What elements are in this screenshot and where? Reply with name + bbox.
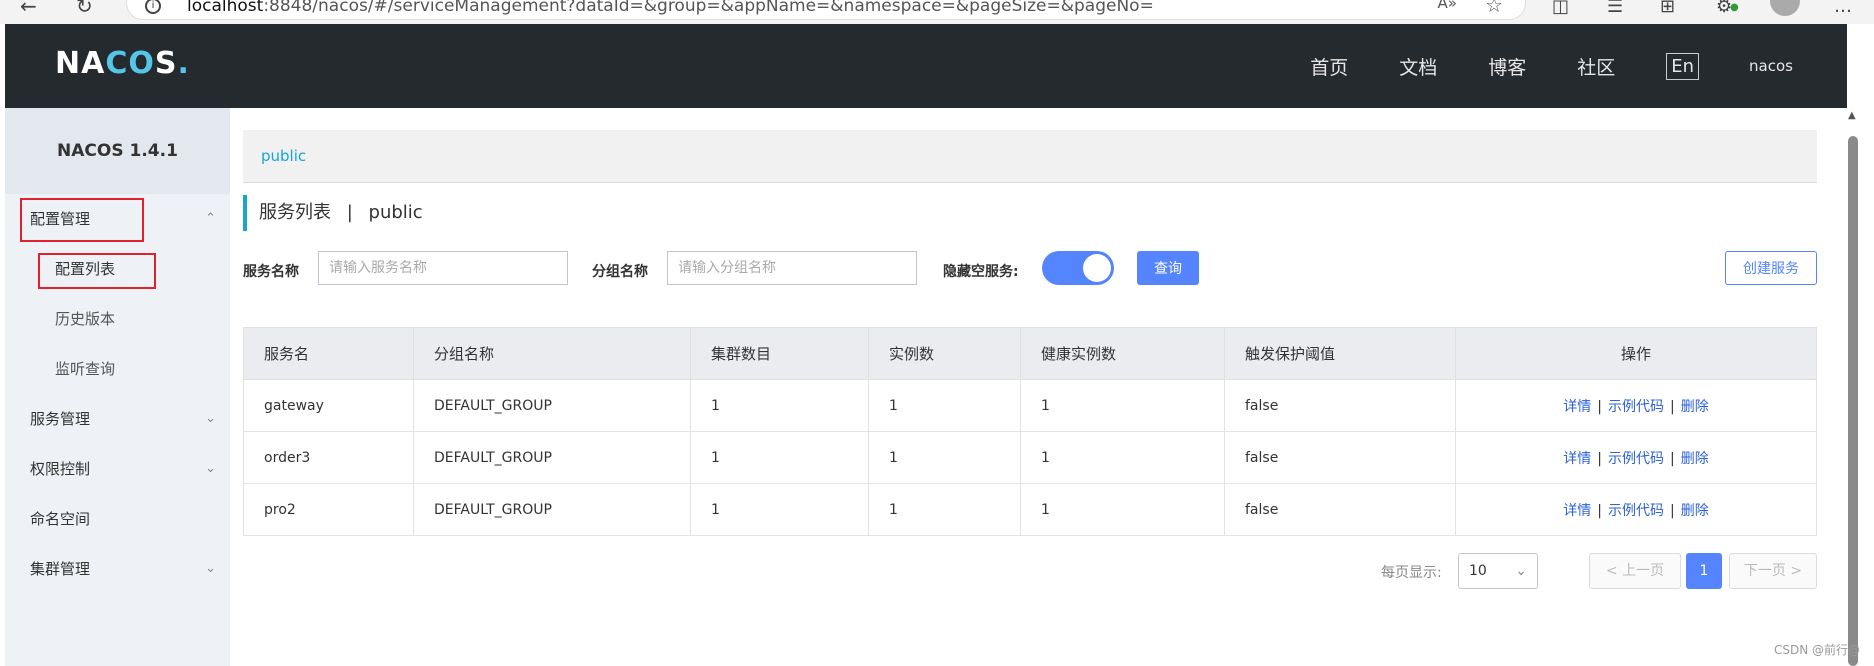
- nacos-app: NACOS. 首页 文档 博客 社区 En nacos NACOS 1.4.1 …: [5, 24, 1847, 666]
- back-icon[interactable]: ←: [20, 0, 37, 18]
- sidebar-item-cluster-management[interactable]: 集群管理 ⌄: [5, 544, 230, 594]
- cell-protect-threshold: false: [1224, 379, 1456, 432]
- table-region: 服务名 分组名称 集群数目 实例数 健康实例数 触发保护阈值 操作 gatewa…: [243, 24, 1817, 666]
- col-protect-threshold: 触发保护阈值: [1224, 327, 1456, 380]
- refresh-icon[interactable]: ↻: [76, 0, 93, 18]
- cell-instance-count: 1: [868, 431, 1021, 484]
- cell-healthy-count: 1: [1020, 483, 1225, 536]
- delete-link[interactable]: 删除: [1681, 451, 1709, 467]
- favorite-star-icon[interactable]: ☆: [1485, 0, 1503, 17]
- sidebar-item-label: 监听查询: [55, 360, 116, 378]
- detail-link[interactable]: 详情: [1563, 451, 1591, 467]
- col-actions: 操作: [1455, 327, 1817, 380]
- sidebar: NACOS 1.4.1 配置管理 ⌃ 配置列表 历史版本 监听查询 服务管理 ⌄…: [5, 108, 230, 666]
- sidebar-item-label: 集群管理: [30, 560, 91, 578]
- sidebar-item-label: 历史版本: [55, 310, 116, 328]
- cell-group-name: DEFAULT_GROUP: [413, 431, 691, 484]
- sidebar-item-access-control[interactable]: 权限控制 ⌄: [5, 444, 230, 494]
- browser-toolbar: ← ↻ i localhost:8848/nacos/#/serviceMana…: [0, 0, 1874, 24]
- sample-code-link[interactable]: 示例代码: [1608, 451, 1664, 467]
- url-text: localhost:8848/nacos/#/serviceManagement…: [187, 0, 1154, 16]
- sidebar-item-service-management[interactable]: 服务管理 ⌄: [5, 394, 230, 444]
- table-row: gateway DEFAULT_GROUP 1 1 1 false 详情 | 示例代…: [243, 379, 1817, 432]
- per-page-label: 每页显示:: [1381, 565, 1442, 581]
- chevron-down-icon: ⌄: [205, 461, 216, 476]
- page-scrollbar[interactable]: ▲: [1846, 110, 1860, 666]
- favorites-icon[interactable]: ☰: [1607, 0, 1623, 17]
- col-healthy-count: 健康实例数: [1020, 327, 1225, 380]
- table-header-row: 服务名 分组名称 集群数目 实例数 健康实例数 触发保护阈值 操作: [243, 327, 1817, 380]
- sidebar-item-listener-query[interactable]: 监听查询: [5, 344, 230, 394]
- more-menu-icon[interactable]: …: [1834, 0, 1852, 17]
- pagination: 每页显示: 10 ⌄ < 上一页 1 下一页 >: [243, 553, 1817, 589]
- delete-link[interactable]: 删除: [1681, 503, 1709, 519]
- sidebar-item-namespace[interactable]: 命名空间: [5, 494, 230, 544]
- scrollbar-thumb[interactable]: [1848, 136, 1858, 666]
- cell-protect-threshold: false: [1224, 483, 1456, 536]
- highlight-box-config-management: [20, 198, 144, 242]
- next-page-button[interactable]: 下一页 >: [1729, 553, 1817, 589]
- cell-healthy-count: 1: [1020, 379, 1225, 432]
- col-cluster-count: 集群数目: [690, 327, 869, 380]
- chevron-down-icon: ⌄: [1515, 563, 1527, 579]
- cell-service-name: gateway: [243, 379, 414, 432]
- cell-service-name: pro2: [243, 483, 414, 536]
- detail-link[interactable]: 详情: [1563, 399, 1591, 415]
- delete-link[interactable]: 删除: [1681, 399, 1709, 415]
- service-table: 服务名 分组名称 集群数目 实例数 健康实例数 触发保护阈值 操作 gatewa…: [243, 327, 1817, 536]
- collections-icon[interactable]: ⊞: [1660, 0, 1675, 17]
- cell-cluster-count: 1: [690, 379, 869, 432]
- sample-code-link[interactable]: 示例代码: [1608, 503, 1664, 519]
- page-1-button[interactable]: 1: [1686, 553, 1722, 589]
- status-dot-icon: ●: [1730, 2, 1739, 13]
- table-row: order3 DEFAULT_GROUP 1 1 1 false 详情 | 示例代码…: [243, 431, 1817, 484]
- sidebar-item-history[interactable]: 历史版本: [5, 294, 230, 344]
- watermark: CSDN @前行@: [1773, 643, 1860, 657]
- cell-actions: 详情 | 示例代码 | 删除: [1455, 483, 1817, 536]
- page-size-select[interactable]: 10 ⌄: [1458, 553, 1538, 589]
- scroll-up-icon[interactable]: ▲: [1848, 110, 1856, 121]
- address-bar[interactable]: i localhost:8848/nacos/#/serviceManageme…: [126, 0, 1526, 20]
- highlight-box-config-list: [38, 253, 156, 289]
- sidebar-item-label: 权限控制: [30, 460, 91, 478]
- col-service-name: 服务名: [243, 327, 414, 380]
- cell-group-name: DEFAULT_GROUP: [413, 379, 691, 432]
- col-group-name: 分组名称: [413, 327, 691, 380]
- cell-instance-count: 1: [868, 379, 1021, 432]
- detail-link[interactable]: 详情: [1563, 503, 1591, 519]
- profile-avatar[interactable]: [1770, 0, 1800, 16]
- table-row: pro2 DEFAULT_GROUP 1 1 1 false 详情 | 示例代码 | 删…: [243, 483, 1817, 536]
- cell-protect-threshold: false: [1224, 431, 1456, 484]
- cell-cluster-count: 1: [690, 431, 869, 484]
- cell-healthy-count: 1: [1020, 431, 1225, 484]
- sidebar-item-label: 命名空间: [30, 510, 91, 528]
- cell-service-name: order3: [243, 431, 414, 484]
- cell-instance-count: 1: [868, 483, 1021, 536]
- sidebar-brand: NACOS 1.4.1: [5, 108, 230, 194]
- sample-code-link[interactable]: 示例代码: [1608, 399, 1664, 415]
- prev-page-button[interactable]: < 上一页: [1589, 553, 1681, 589]
- site-info-icon[interactable]: i: [145, 0, 161, 14]
- col-instance-count: 实例数: [868, 327, 1021, 380]
- cell-group-name: DEFAULT_GROUP: [413, 483, 691, 536]
- cell-actions: 详情 | 示例代码 | 删除: [1455, 431, 1817, 484]
- chevron-down-icon: ⌄: [205, 561, 216, 576]
- chevron-down-icon: ⌄: [205, 411, 216, 426]
- chevron-up-icon: ⌃: [205, 211, 216, 226]
- split-screen-icon[interactable]: ◫: [1552, 0, 1569, 17]
- sidebar-item-label: 服务管理: [30, 410, 91, 428]
- read-aloud-icon[interactable]: A»: [1438, 0, 1457, 12]
- cell-cluster-count: 1: [690, 483, 869, 536]
- nacos-logo[interactable]: NACOS.: [55, 46, 190, 81]
- cell-actions: 详情 | 示例代码 | 删除: [1455, 379, 1817, 432]
